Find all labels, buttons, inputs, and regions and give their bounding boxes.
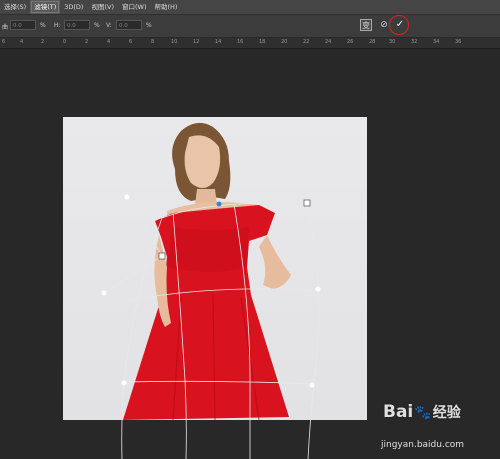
watermark-url: jingyan.baidu.com: [381, 440, 465, 450]
bezier-handle-point[interactable]: [101, 290, 107, 296]
warp-grid-line[interactable]: [172, 211, 187, 459]
warp-grid-overlay: [101, 194, 321, 459]
bezier-handle-point[interactable]: [121, 380, 127, 386]
paw-icon: 🐾: [414, 405, 432, 421]
bezier-handle-point[interactable]: [124, 194, 130, 200]
bezier-handle-line: [126, 196, 163, 257]
warp-anchor-point[interactable]: [158, 252, 166, 260]
warp-anchor-point[interactable]: [303, 199, 311, 207]
bezier-handle-line: [103, 255, 163, 294]
logo-text-left: Bai: [383, 402, 414, 422]
baidu-jingyan-logo: Bai🐾经验: [383, 402, 461, 422]
warp-grid-line[interactable]: [129, 288, 319, 301]
warp-grid-line[interactable]: [306, 202, 320, 459]
warp-grid-line[interactable]: [121, 217, 163, 459]
logo-text-right: 经验: [432, 405, 461, 421]
bezier-handle-point[interactable]: [216, 201, 222, 207]
warp-grid-line[interactable]: [233, 203, 251, 459]
warp-grid-line[interactable]: [122, 380, 313, 385]
bezier-handle-point[interactable]: [315, 286, 321, 292]
bezier-handle-point[interactable]: [309, 382, 315, 388]
